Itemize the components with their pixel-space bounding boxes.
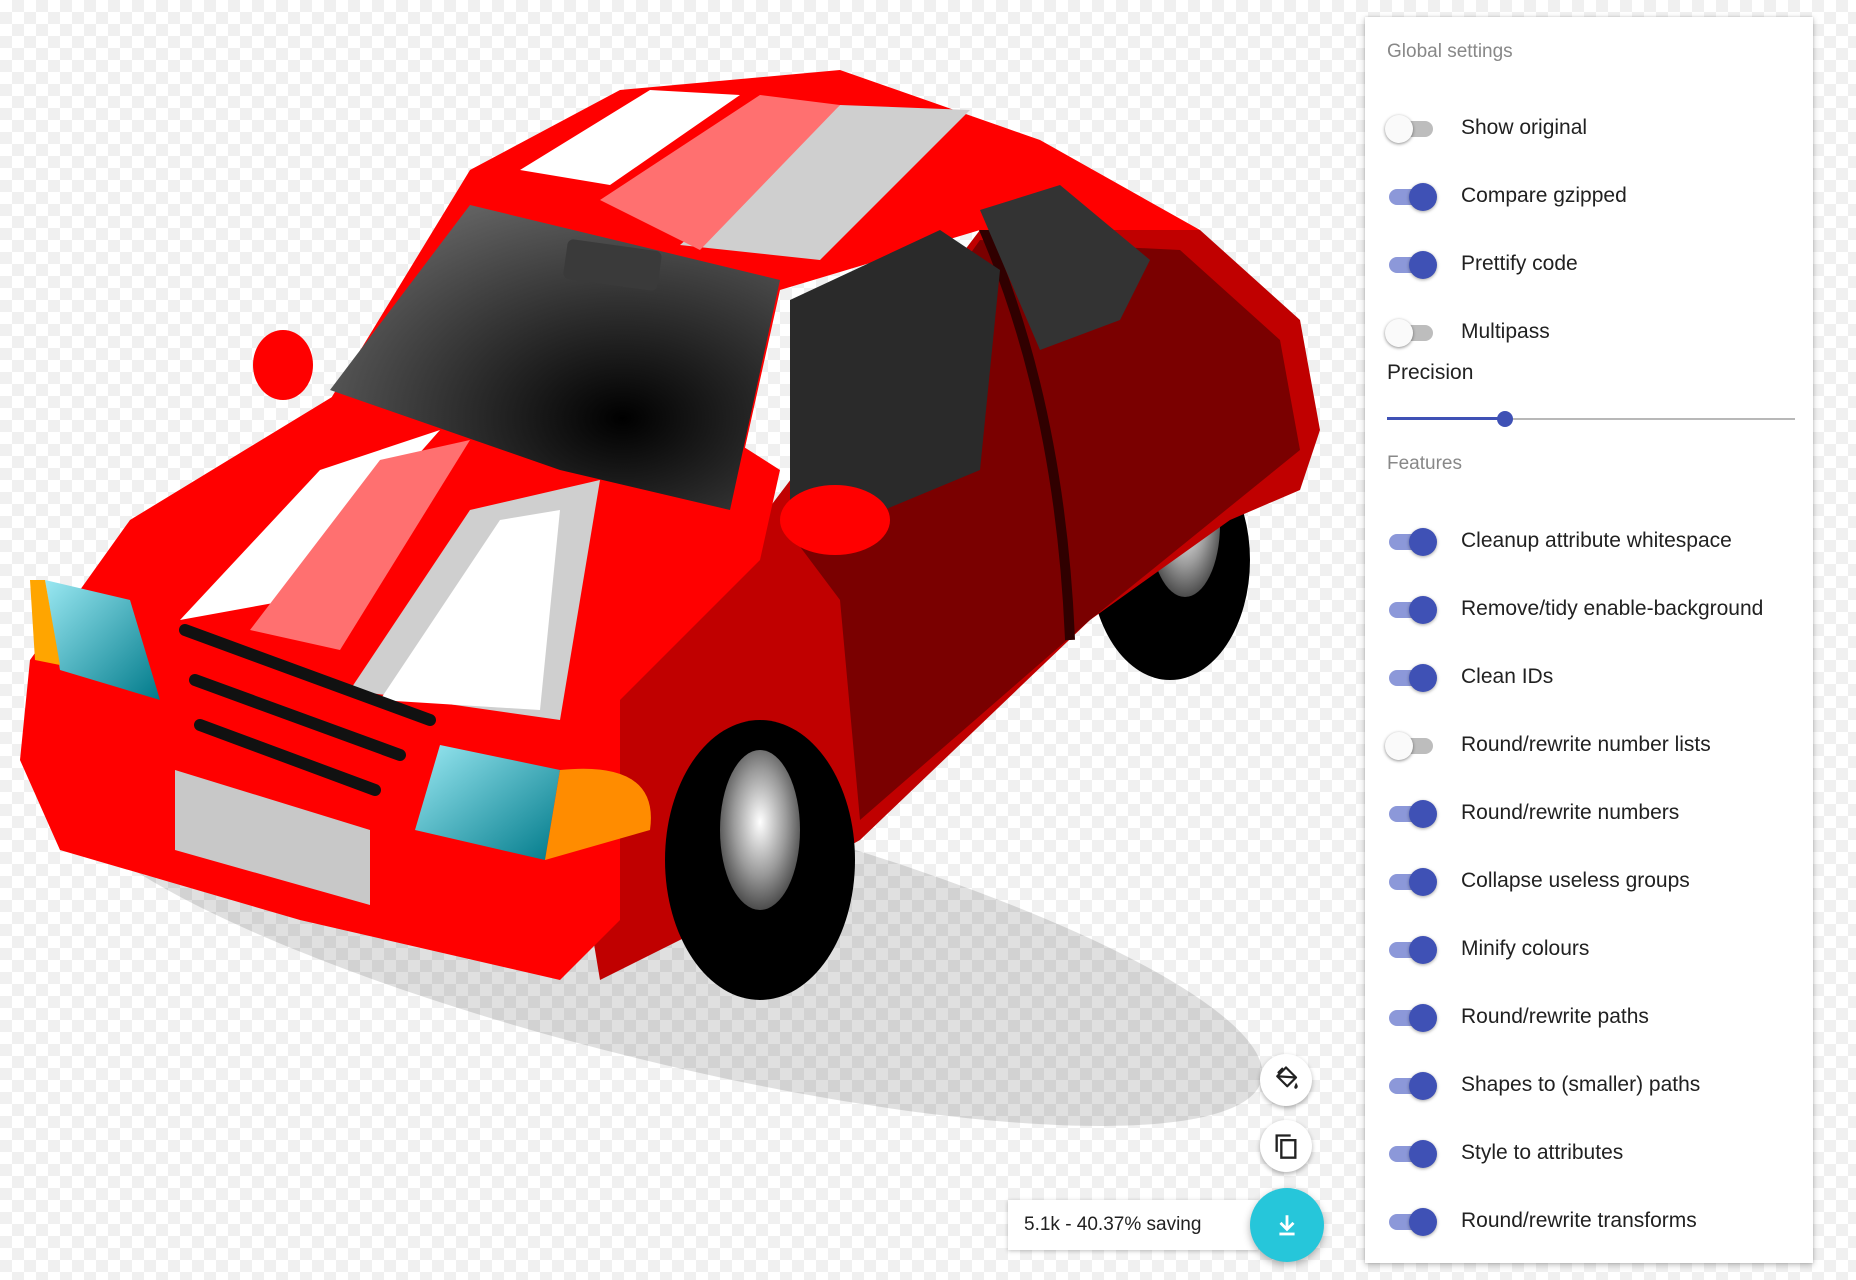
copy-button[interactable] xyxy=(1260,1120,1312,1172)
toggle-label: Round/rewrite paths xyxy=(1461,1005,1649,1028)
toggle-label: Shapes to (smaller) paths xyxy=(1461,1073,1701,1096)
toggle-show-original[interactable]: Show original xyxy=(1365,103,1813,155)
toggle-switch[interactable] xyxy=(1387,1208,1437,1236)
car-illustration xyxy=(20,70,1320,1126)
toggle-label: Prettify code xyxy=(1461,252,1578,275)
toggle-switch[interactable] xyxy=(1387,1004,1437,1032)
download-button[interactable] xyxy=(1250,1188,1324,1262)
global-settings-heading: Global settings xyxy=(1387,41,1513,62)
toggle-switch[interactable] xyxy=(1387,936,1437,964)
toggle-switch[interactable] xyxy=(1387,596,1437,624)
toggle-collapse-useless-groups[interactable]: Collapse useless groups xyxy=(1365,856,1813,908)
toggle-label: Compare gzipped xyxy=(1461,184,1627,207)
toggle-compare-gzipped[interactable]: Compare gzipped xyxy=(1365,171,1813,223)
toggle-label: Style to attributes xyxy=(1461,1141,1624,1164)
toggle-label: Cleanup attribute whitespace xyxy=(1461,529,1732,552)
toggle-switch[interactable] xyxy=(1387,664,1437,692)
toggle-clean-ids[interactable]: Clean IDs xyxy=(1365,652,1813,704)
toggle-label: Show original xyxy=(1461,116,1588,139)
settings-panel: Global settings Show original Compare gz… xyxy=(1365,17,1813,1263)
toggle-switch[interactable] xyxy=(1385,319,1435,347)
toggle-shapes-to-smaller-paths[interactable]: Shapes to (smaller) paths xyxy=(1365,1060,1813,1112)
toggle-round-rewrite-transforms[interactable]: Round/rewrite transforms xyxy=(1365,1196,1813,1248)
toggle-remove-tidy-enable-background[interactable]: Remove/tidy enable-background xyxy=(1365,584,1813,636)
toggle-switch[interactable] xyxy=(1385,732,1435,760)
toggle-switch[interactable] xyxy=(1387,528,1437,556)
result-summary: 5.1k - 40.37% saving xyxy=(1008,1200,1258,1250)
toggle-label: Round/rewrite number lists xyxy=(1461,733,1711,756)
toggle-round-rewrite-numbers[interactable]: Round/rewrite numbers xyxy=(1365,788,1813,840)
toggle-switch[interactable] xyxy=(1387,800,1437,828)
toggle-label: Round/rewrite numbers xyxy=(1461,801,1680,824)
toggle-switch[interactable] xyxy=(1387,868,1437,896)
toggle-switch[interactable] xyxy=(1387,183,1437,211)
toggle-label: Round/rewrite transforms xyxy=(1461,1209,1697,1232)
background-toggle-button[interactable] xyxy=(1260,1054,1312,1106)
slider-thumb[interactable] xyxy=(1497,411,1514,427)
paint-bucket-icon xyxy=(1276,1066,1298,1089)
copy-icon xyxy=(1275,1134,1297,1159)
toggle-switch[interactable] xyxy=(1385,115,1435,143)
features-heading: Features xyxy=(1387,453,1462,474)
toggle-style-to-attributes[interactable]: Style to attributes xyxy=(1365,1128,1813,1180)
toggle-cleanup-attribute-whitespace[interactable]: Cleanup attribute whitespace xyxy=(1365,516,1813,568)
result-text: 5.1k - 40.37% saving xyxy=(1024,1214,1202,1235)
toggle-round-rewrite-number-lists[interactable]: Round/rewrite number lists xyxy=(1365,720,1813,772)
svg-preview-canvas[interactable] xyxy=(0,0,1365,1280)
toggle-label: Remove/tidy enable-background xyxy=(1461,597,1764,620)
toggle-round-rewrite-paths[interactable]: Round/rewrite paths xyxy=(1365,992,1813,1044)
toggle-minify-colours[interactable]: Minify colours xyxy=(1365,924,1813,976)
toggle-switch[interactable] xyxy=(1387,1140,1437,1168)
precision-label: Precision xyxy=(1387,361,1474,384)
precision-slider[interactable] xyxy=(1387,405,1795,435)
toggle-label: Collapse useless groups xyxy=(1461,869,1690,892)
toggle-switch[interactable] xyxy=(1387,1072,1437,1100)
slider-fill xyxy=(1387,417,1506,420)
toggle-label: Minify colours xyxy=(1461,937,1590,960)
toggle-prettify-code[interactable]: Prettify code xyxy=(1365,239,1813,291)
toggle-label: Multipass xyxy=(1461,320,1550,343)
download-icon xyxy=(1279,1215,1295,1236)
toggle-multipass[interactable]: Multipass xyxy=(1365,307,1813,359)
toggle-label: Clean IDs xyxy=(1461,665,1554,688)
toggle-switch[interactable] xyxy=(1387,251,1437,279)
